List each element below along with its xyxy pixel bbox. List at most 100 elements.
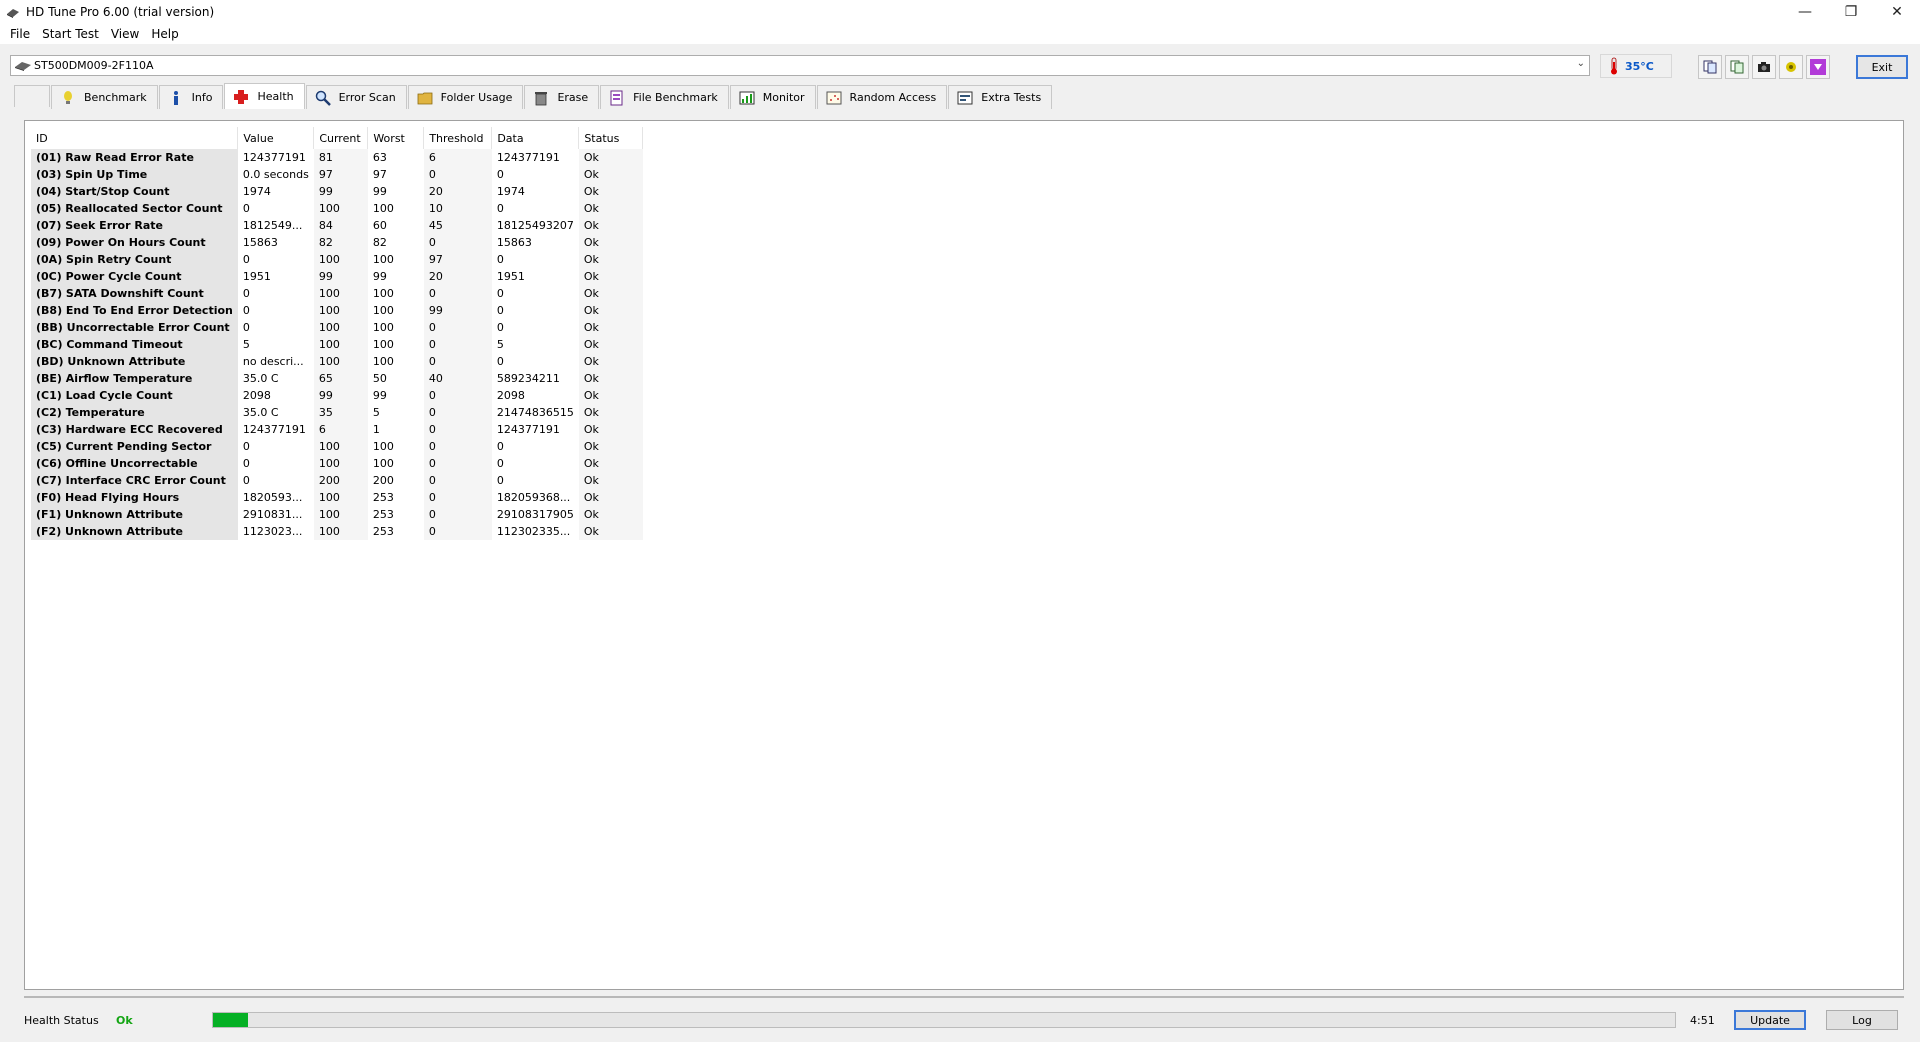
tab-folder-usage[interactable]: Folder Usage <box>407 85 524 109</box>
tab-random-access[interactable]: Random Access <box>816 85 948 109</box>
tab-erase[interactable]: Erase <box>524 85 600 109</box>
log-button[interactable]: Log <box>1826 1010 1898 1030</box>
tab-info[interactable]: Info <box>158 85 224 109</box>
tab-monitor[interactable]: Monitor <box>729 85 816 109</box>
chevron-down-icon[interactable]: ⌄ <box>1577 58 1585 69</box>
attribute-current: 100 <box>313 319 368 336</box>
attribute-id: (F0) Head Flying Hours <box>31 489 238 506</box>
table-row[interactable]: (F0) Head Flying Hours 1820593... 100 253 0 1… <box>31 489 643 506</box>
tab-error-scan[interactable]: Error Scan <box>305 85 407 109</box>
update-button[interactable]: Update <box>1734 1010 1806 1030</box>
column-header-value[interactable]: Value <box>237 127 315 149</box>
table-row[interactable]: (C2) Temperature 35.0 C 35 5 0 21474836515 Ok <box>31 404 643 421</box>
attribute-value: 0 <box>242 304 250 317</box>
attribute-status: Ok <box>578 506 643 523</box>
attribute-threshold: 0 <box>423 489 492 506</box>
tab-health[interactable]: Health <box>224 83 305 109</box>
table-row[interactable]: (0C) Power Cycle Count 1951 99 99 20 1951 Ok <box>31 268 643 285</box>
status-separator <box>24 996 1904 998</box>
attribute-id: (01) Raw Read Error Rate <box>31 149 238 166</box>
column-header-id[interactable]: ID <box>31 127 239 149</box>
smart-attributes-table: ID Value Current Worst Threshold Data St… <box>31 127 644 540</box>
column-header-threshold[interactable]: Threshold <box>423 127 493 149</box>
options-button[interactable] <box>1779 55 1803 79</box>
table-row[interactable]: (B7) SATA Downshift Count 0 100 100 0 0 Ok <box>31 285 643 302</box>
exit-button[interactable]: Exit <box>1856 55 1908 79</box>
copy-info-button[interactable] <box>1698 55 1722 79</box>
table-row[interactable]: (C6) Offline Uncorrectable 0 100 100 0 0 Ok <box>31 455 643 472</box>
column-header-status[interactable]: Status <box>578 127 644 149</box>
table-row[interactable]: (BC) Command Timeout 5 100 100 0 5 Ok <box>31 336 643 353</box>
menu-help[interactable]: Help <box>145 27 184 41</box>
temperature-indicator: 35°C <box>1600 54 1672 78</box>
table-row[interactable]: (BB) Uncorrectable Error Count 0 100 100 0 0 O… <box>31 319 643 336</box>
attribute-threshold: 0 <box>423 404 492 421</box>
close-button[interactable]: ✕ <box>1874 0 1920 24</box>
save-button[interactable] <box>1806 55 1830 79</box>
attribute-id: (07) Seek Error Rate <box>31 217 238 234</box>
attribute-threshold: 40 <box>423 370 492 387</box>
table-row[interactable]: (09) Power On Hours Count 15863 82 82 0 15863… <box>31 234 643 251</box>
table-row[interactable]: (F1) Unknown Attribute 2910831... 100 253 0 2… <box>31 506 643 523</box>
tab-file-benchmark[interactable]: File Benchmark <box>600 85 729 109</box>
tab-benchmark[interactable]: Benchmark <box>51 85 158 109</box>
attribute-data: 0 <box>496 321 504 334</box>
tab-extra-tests[interactable]: Extra Tests <box>948 85 1053 109</box>
table-row[interactable]: (C7) Interface CRC Error Count 0 200 200 0 0 O… <box>31 472 643 489</box>
attribute-worst: 99 <box>372 389 387 402</box>
attribute-value: 1812549... <box>242 219 303 232</box>
table-row[interactable]: (0A) Spin Retry Count 0 100 100 97 0 Ok <box>31 251 643 268</box>
table-row[interactable]: (04) Start/Stop Count 1974 99 99 20 1974 Ok <box>31 183 643 200</box>
drive-select[interactable]: ST500DM009-2F110A ⌄ <box>10 55 1590 76</box>
table-row[interactable]: (01) Raw Read Error Rate 124377191 81 63 6 12… <box>31 149 643 166</box>
health-panel: ID Value Current Worst Threshold Data St… <box>24 120 1904 990</box>
menu-file[interactable]: File <box>4 27 36 41</box>
table-row[interactable]: (B8) End To End Error Detection 0 100 100 99… <box>31 302 643 319</box>
attribute-status: Ok <box>578 166 643 183</box>
menu-start-test[interactable]: Start Test <box>36 27 105 41</box>
attribute-value: 0 <box>242 474 250 487</box>
magnifier-icon <box>315 90 331 106</box>
minimize-button[interactable]: — <box>1782 0 1828 24</box>
screenshot-button[interactable] <box>1752 55 1776 79</box>
table-row[interactable]: (03) Spin Up Time 0.0 seconds 97 97 0 0 Ok <box>31 166 643 183</box>
progress-fill <box>213 1013 249 1027</box>
menu-view[interactable]: View <box>105 27 145 41</box>
table-row[interactable]: (F2) Unknown Attribute 1123023... 100 253 0 1… <box>31 523 643 540</box>
table-row[interactable]: (C1) Load Cycle Count 2098 99 99 0 2098 Ok <box>31 387 643 404</box>
table-row[interactable]: (BD) Unknown Attribute no descri... 100 100… <box>31 353 643 370</box>
attribute-status: Ok <box>578 421 643 438</box>
health-status-label: Health Status <box>24 1014 99 1027</box>
attribute-status: Ok <box>578 353 643 370</box>
column-header-worst[interactable]: Worst <box>367 127 425 149</box>
attribute-value: 35.0 C <box>242 372 279 385</box>
attribute-worst: 60 <box>372 219 387 232</box>
attribute-threshold: 0 <box>423 166 492 183</box>
attribute-data: 124377191 <box>496 151 560 164</box>
attribute-status: Ok <box>578 523 643 540</box>
column-header-current[interactable]: Current <box>313 127 369 149</box>
attribute-worst: 99 <box>372 185 387 198</box>
trash-icon <box>535 91 548 105</box>
tab-label: Info <box>191 91 213 104</box>
attribute-data: 112302335... <box>496 525 571 538</box>
attribute-value: 0 <box>242 440 250 453</box>
table-row[interactable]: (07) Seek Error Rate 1812549... 84 60 45 1812… <box>31 217 643 234</box>
table-row[interactable]: (C3) Hardware ECC Recovered 124377191 6 1 0 1… <box>31 421 643 438</box>
attribute-data: 21474836515 <box>496 406 574 419</box>
restore-button[interactable]: ❐ <box>1828 0 1874 24</box>
attribute-worst: 253 <box>372 508 394 521</box>
table-row[interactable]: (05) Reallocated Sector Count 0 100 100 10 0 O… <box>31 200 643 217</box>
tab-label: Error Scan <box>338 91 396 104</box>
table-row[interactable]: (BE) Airflow Temperature 35.0 C 65 50 40 5892… <box>31 370 643 387</box>
attribute-status: Ok <box>578 268 643 285</box>
table-body: (01) Raw Read Error Rate 124377191 81 63 6 12… <box>31 149 643 540</box>
hdtune-window: HD Tune Pro 6.00 (trial version) — ❐ ✕ F… <box>0 0 1920 1042</box>
toolbar-buttons <box>1698 55 1830 79</box>
table-row[interactable]: (C5) Current Pending Sector 0 100 100 0 0 Ok <box>31 438 643 455</box>
attribute-current: 100 <box>313 302 368 319</box>
attribute-worst: 100 <box>372 304 394 317</box>
column-header-data[interactable]: Data <box>491 127 580 149</box>
copy-all-button[interactable] <box>1725 55 1749 79</box>
tab-label: Benchmark <box>84 91 147 104</box>
